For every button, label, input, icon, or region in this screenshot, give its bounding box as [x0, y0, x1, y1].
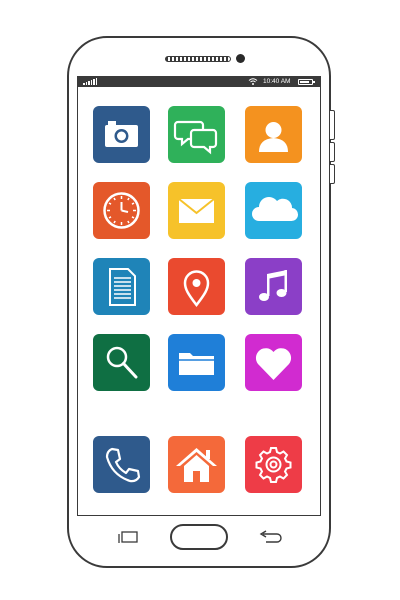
contacts-icon [259, 122, 288, 152]
folder-icon [179, 353, 214, 375]
home-app[interactable] [168, 436, 225, 493]
phone-app[interactable] [93, 436, 150, 493]
files-app[interactable] [168, 334, 225, 391]
camera-icon [105, 121, 138, 147]
cloud-app[interactable] [245, 182, 302, 239]
wifi-icon [248, 78, 258, 85]
recent-apps-icon[interactable] [117, 531, 139, 544]
music-icon [259, 270, 287, 301]
battery-icon [298, 78, 315, 85]
maps-app[interactable] [168, 258, 225, 315]
earpiece-speaker [165, 56, 231, 62]
messages-app[interactable] [168, 106, 225, 163]
settings-app[interactable] [245, 436, 302, 493]
status-bar: 10:40 AM [77, 76, 321, 87]
mail-app[interactable] [168, 182, 225, 239]
cloud-icon [252, 197, 299, 222]
document-icon [109, 268, 136, 306]
map-pin-icon [183, 270, 210, 308]
chat-bubbles-icon [173, 120, 218, 155]
phone-icon [105, 447, 141, 483]
home-button[interactable] [170, 524, 228, 550]
home-icon [176, 448, 217, 482]
status-time: 10:40 AM [263, 77, 291, 85]
clock-icon [103, 192, 140, 229]
side-button-bottom[interactable] [330, 164, 335, 184]
settings-gear-icon [255, 447, 292, 483]
camera-app[interactable] [93, 106, 150, 163]
favorites-app[interactable] [245, 334, 302, 391]
music-app[interactable] [245, 258, 302, 315]
contacts-app[interactable] [245, 106, 302, 163]
side-button-middle[interactable] [330, 142, 335, 162]
mail-icon [178, 198, 215, 223]
signal-bars-icon [83, 78, 97, 85]
side-button-top[interactable] [330, 110, 335, 140]
search-icon [106, 346, 138, 379]
heart-icon [255, 348, 292, 380]
back-arrow-icon[interactable] [258, 530, 282, 544]
search-app[interactable] [93, 334, 150, 391]
documents-app[interactable] [93, 258, 150, 315]
front-camera [236, 54, 245, 63]
clock-app[interactable] [93, 182, 150, 239]
